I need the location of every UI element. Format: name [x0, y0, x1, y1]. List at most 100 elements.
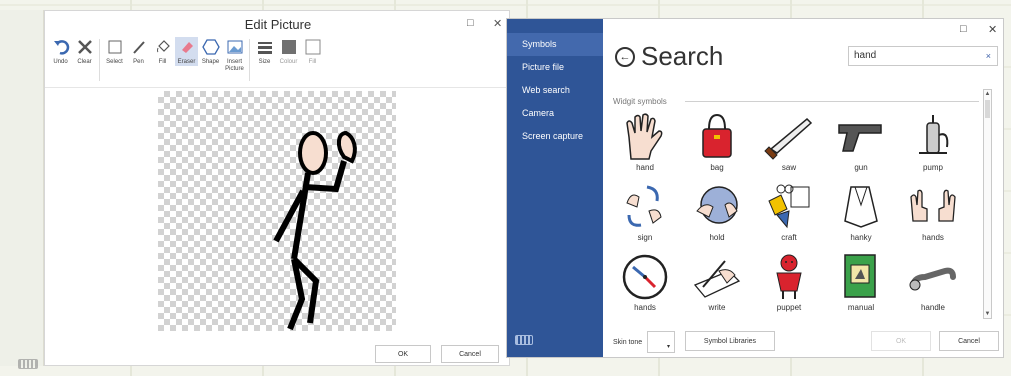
fill-icon — [153, 37, 173, 57]
nav-screen-capture[interactable]: Screen capture — [507, 125, 603, 148]
puppet-symbol-icon — [776, 254, 802, 299]
tool-label: Eraser — [177, 59, 196, 65]
hanky-symbol-icon — [844, 186, 878, 228]
symbol-result[interactable]: manual — [825, 251, 897, 319]
tool-select[interactable]: Select — [103, 37, 126, 66]
left-strip — [0, 10, 44, 369]
hold-symbol-icon — [696, 186, 738, 224]
scroll-down-icon[interactable]: ▼ — [984, 310, 991, 318]
tool-eraser[interactable]: Eraser — [175, 37, 198, 66]
close-button[interactable]: ✕ — [988, 23, 997, 36]
skin-tone-label: Skin tone — [613, 339, 643, 346]
nav-picture-file[interactable]: Picture file — [507, 56, 603, 79]
symbol-result[interactable]: sign — [609, 181, 681, 249]
sign-symbol-icon — [626, 185, 662, 227]
scroll-up-icon[interactable]: ▲ — [984, 90, 991, 98]
symbol-result[interactable]: hanky — [825, 181, 897, 249]
tool-fill[interactable]: Fill — [151, 37, 174, 66]
symbol-result[interactable]: hands — [609, 251, 681, 319]
symbol-result[interactable]: craft — [753, 181, 825, 249]
stick-figure-drawing — [273, 130, 357, 331]
symbol-label: pump — [922, 163, 943, 172]
tool-pen[interactable]: Pen — [127, 37, 150, 66]
tool-undo[interactable]: Undo — [49, 37, 72, 66]
tool-insert-picture[interactable]: Insert Picture — [223, 37, 246, 73]
tool-label: Undo — [53, 59, 68, 65]
fill-swatch-icon — [303, 37, 323, 57]
tool-label: Fill — [308, 59, 317, 65]
restore-button[interactable]: □ — [467, 17, 474, 29]
symbol-result[interactable]: gun — [825, 111, 897, 179]
tool-fill-swatch[interactable]: Fill — [301, 37, 324, 66]
symbol-result[interactable]: saw — [753, 111, 825, 179]
symbol-result[interactable]: bag — [681, 111, 753, 179]
symbol-label: hands — [634, 303, 656, 312]
drawing-canvas[interactable] — [158, 91, 396, 331]
bag-symbol-icon — [702, 113, 732, 158]
back-arrow-icon[interactable]: ← — [615, 47, 635, 67]
search-ok-button[interactable]: OK — [871, 331, 931, 351]
keyboard-icon[interactable] — [18, 359, 38, 369]
tool-label: Clear — [77, 59, 92, 65]
scroll-thumb[interactable] — [985, 100, 990, 118]
symbol-libraries-button[interactable]: Symbol Libraries — [685, 331, 775, 351]
search-footer: Skin tone ▾ Symbol Libraries OK Cancel — [603, 331, 1003, 355]
symbol-result[interactable]: hand — [609, 111, 681, 179]
symbol-result[interactable]: write — [681, 251, 753, 319]
shape-icon — [201, 37, 221, 57]
chevron-down-icon: ▾ — [666, 344, 670, 350]
skin-tone-dropdown[interactable]: ▾ — [647, 331, 675, 353]
section-divider — [685, 101, 979, 102]
write-symbol-icon — [693, 260, 741, 298]
tool-size[interactable]: Size — [253, 37, 276, 66]
section-header: Widgit symbols — [613, 97, 667, 106]
nav-symbols[interactable]: Symbols — [507, 33, 603, 56]
search-title: Search — [641, 41, 724, 71]
tool-colour[interactable]: Colour — [277, 37, 300, 66]
nav-web-search[interactable]: Web search — [507, 79, 603, 102]
edit-picture-title: Edit Picture — [244, 17, 312, 32]
edit-ok-button[interactable]: OK — [375, 345, 431, 363]
size-icon — [255, 37, 275, 57]
search-input[interactable]: hand × — [848, 46, 998, 66]
symbol-result[interactable]: hands — [897, 181, 969, 249]
keyboard-icon[interactable] — [515, 335, 533, 345]
symbol-result[interactable]: pump — [897, 111, 969, 179]
saw-symbol-icon — [764, 117, 813, 160]
symbol-label: gun — [854, 163, 868, 172]
eraser-icon — [177, 37, 197, 57]
clear-search-icon[interactable]: × — [986, 51, 991, 61]
select-icon — [105, 37, 125, 57]
symbol-result[interactable]: hold — [681, 181, 753, 249]
restore-button[interactable]: □ — [960, 23, 967, 35]
tool-shape[interactable]: Shape — [199, 37, 222, 66]
tool-label: Insert Picture — [225, 59, 244, 72]
nav-camera[interactable]: Camera — [507, 102, 603, 125]
craft-symbol-icon — [768, 184, 810, 229]
colour-icon — [279, 37, 299, 57]
symbol-label: saw — [781, 163, 797, 172]
symbol-result[interactable]: handle — [897, 251, 969, 319]
source-sidebar: Symbols Picture file Web search Camera S… — [507, 19, 603, 357]
edit-picture-window: Edit Picture □ ✕ Undo Clear Select Pen F… — [44, 10, 511, 366]
toolbar-divider — [249, 39, 250, 81]
symbol-label: hold — [709, 233, 725, 242]
tool-clear[interactable]: Clear — [73, 37, 96, 66]
tool-label: Fill — [158, 59, 167, 65]
symbol-label: hanky — [850, 233, 872, 242]
search-main: □ ✕ ← Search hand × Widgit symbols hand … — [603, 19, 1003, 357]
symbol-label: sign — [637, 233, 653, 242]
undo-icon — [51, 37, 71, 57]
search-cancel-button[interactable]: Cancel — [939, 331, 999, 351]
symbol-label: hand — [636, 163, 654, 172]
tool-label: Select — [106, 59, 123, 65]
tool-label: Shape — [201, 59, 220, 65]
symbol-result[interactable]: puppet — [753, 251, 825, 319]
edit-cancel-button[interactable]: Cancel — [441, 345, 499, 363]
symbol-label: manual — [847, 303, 875, 312]
hands-symbol-icon — [910, 189, 956, 222]
insert-picture-icon — [225, 37, 245, 57]
results-scrollbar[interactable]: ▲ ▼ — [983, 89, 992, 319]
pen-icon — [129, 37, 149, 57]
close-button[interactable]: ✕ — [493, 17, 502, 30]
